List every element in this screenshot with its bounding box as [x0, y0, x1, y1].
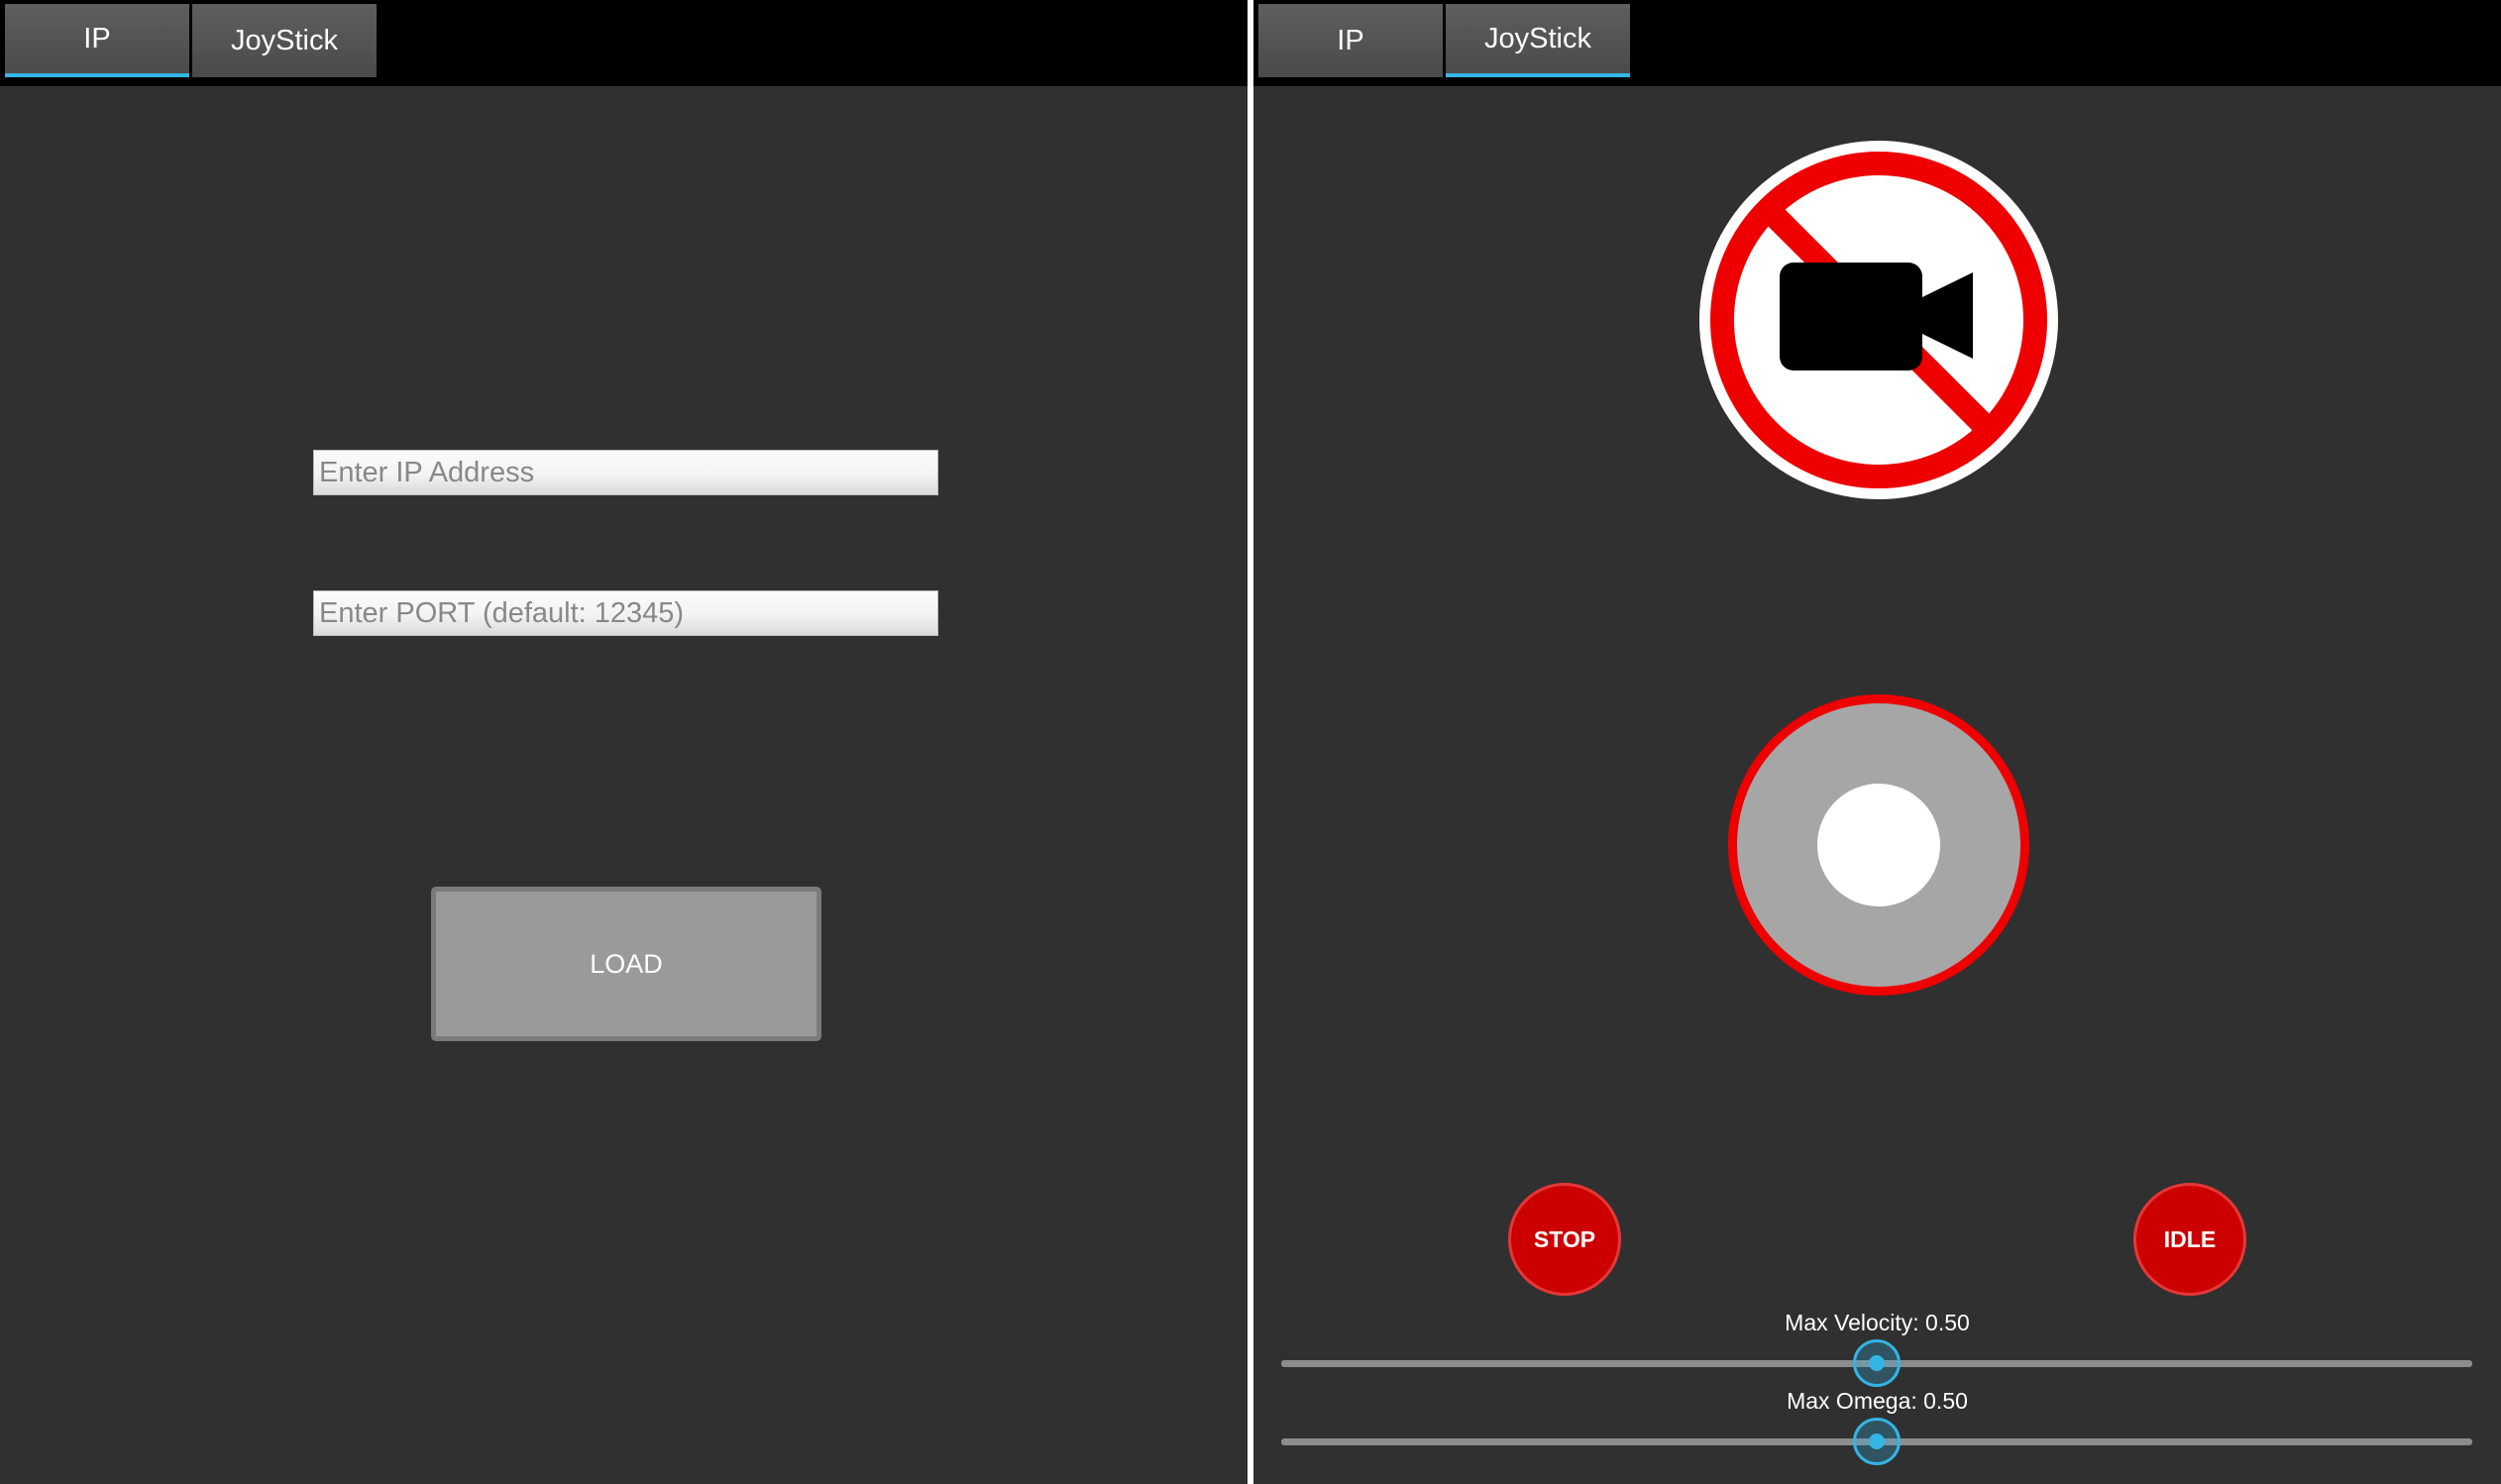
joystick-knob — [1817, 784, 1940, 906]
slider-thumb-dot — [1869, 1355, 1885, 1371]
max-omega-slider-thumb[interactable] — [1853, 1418, 1901, 1465]
load-button[interactable]: LOAD — [431, 887, 821, 1041]
max-omega-label: Max Omega: 0.50 — [1787, 1388, 1968, 1414]
max-velocity-slider-thumb[interactable] — [1853, 1339, 1901, 1387]
idle-button[interactable]: IDLE — [2133, 1183, 2246, 1296]
joystick-pad[interactable] — [1723, 689, 2034, 1001]
tab-ip[interactable]: IP — [1258, 4, 1443, 77]
ip-address-input[interactable] — [313, 450, 938, 495]
slider-thumb-dot — [1869, 1433, 1885, 1449]
tab-bar: IP JoyStick — [0, 0, 1248, 86]
joystick-screen: IP JoyStick STOP IDLE Max Velocity: 0.50… — [1253, 0, 2501, 1484]
port-input[interactable] — [313, 590, 938, 636]
tab-bar: IP JoyStick — [1253, 0, 2501, 86]
ip-screen: IP JoyStick LOAD — [0, 0, 1248, 1484]
tab-joystick[interactable]: JoyStick — [192, 4, 377, 77]
stop-button[interactable]: STOP — [1508, 1183, 1621, 1296]
no-camera-icon — [1699, 141, 2058, 499]
max-velocity-label: Max Velocity: 0.50 — [1785, 1310, 1970, 1335]
tab-joystick[interactable]: JoyStick — [1446, 4, 1630, 77]
tab-ip[interactable]: IP — [5, 4, 189, 77]
